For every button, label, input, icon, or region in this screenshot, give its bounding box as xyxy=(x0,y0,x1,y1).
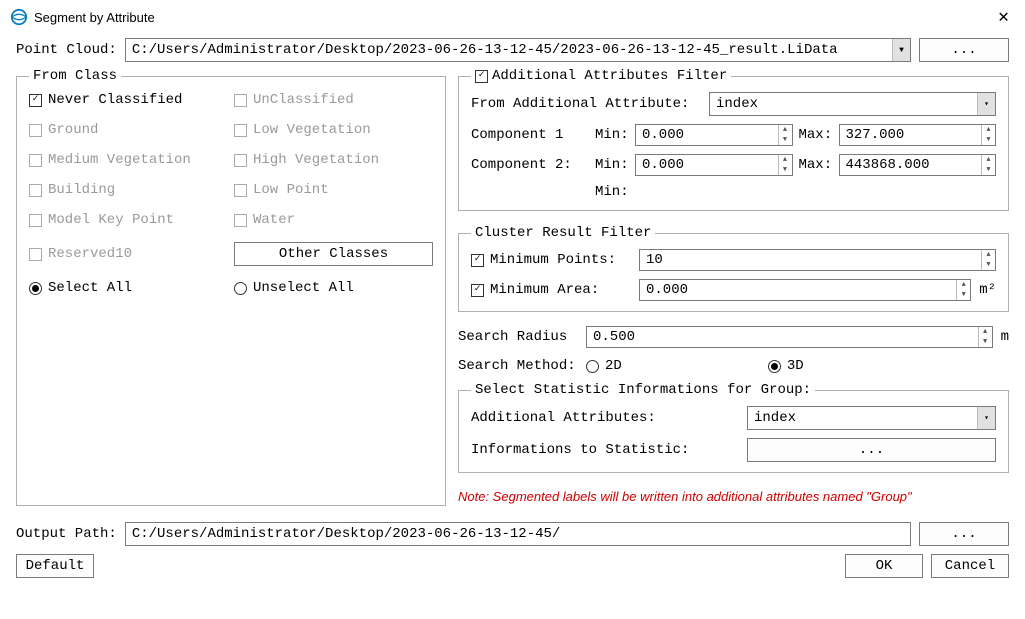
output-path-input[interactable]: C:/Users/Administrator/Desktop/2023-06-2… xyxy=(125,522,911,546)
dropdown-icon[interactable]: ▾ xyxy=(977,407,995,429)
search-radius-input[interactable]: 0.500▲▼ xyxy=(586,326,993,348)
checkbox-icon xyxy=(29,94,42,107)
checkbox-icon xyxy=(471,254,484,267)
checkbox-icon xyxy=(29,214,42,227)
extra-min-label: Min: xyxy=(595,184,629,200)
chk-high-vegetation: High Vegetation xyxy=(234,152,433,168)
search-radius-label: Search Radius xyxy=(458,329,578,345)
close-icon[interactable]: ✕ xyxy=(992,6,1015,28)
chk-ground: Ground xyxy=(29,122,228,138)
radio-2d[interactable]: 2D xyxy=(586,358,622,374)
chk-water: Water xyxy=(234,212,433,228)
checkbox-icon xyxy=(29,184,42,197)
pointcloud-row: Point Cloud: C:/Users/Administrator/Desk… xyxy=(16,38,1009,62)
additional-attributes-combo[interactable]: index ▾ xyxy=(747,406,996,430)
chk-never-classified[interactable]: Never Classified xyxy=(29,92,228,108)
chk-building: Building xyxy=(29,182,228,198)
output-label: Output Path: xyxy=(16,526,117,542)
comp1-min-input[interactable]: 0.000▲▼ xyxy=(635,124,793,146)
spinner-arrows-icon[interactable]: ▲▼ xyxy=(981,125,995,145)
window-title: Segment by Attribute xyxy=(34,10,155,25)
min-label: Min: xyxy=(595,127,629,143)
pointcloud-path: C:/Users/Administrator/Desktop/2023-06-2… xyxy=(126,42,892,58)
chk-unclassified: UnClassified xyxy=(234,92,433,108)
comp2-max-input[interactable]: 443868.000▲▼ xyxy=(839,154,997,176)
app-logo-icon xyxy=(10,8,28,26)
informations-button[interactable]: ... xyxy=(747,438,996,462)
comp2-min-input[interactable]: 0.000▲▼ xyxy=(635,154,793,176)
pointcloud-label: Point Cloud: xyxy=(16,42,117,58)
cluster-filter-group: Cluster Result Filter Minimum Points: 10… xyxy=(458,225,1009,312)
pointcloud-browse-button[interactable]: ... xyxy=(919,38,1009,62)
output-path-value: C:/Users/Administrator/Desktop/2023-06-2… xyxy=(126,526,910,542)
spinner-arrows-icon[interactable]: ▲▼ xyxy=(978,327,992,347)
max-label: Max: xyxy=(799,157,833,173)
output-row: Output Path: C:/Users/Administrator/Desk… xyxy=(16,522,1009,546)
dialog-content: Point Cloud: C:/Users/Administrator/Desk… xyxy=(0,34,1025,588)
min-points-input[interactable]: 10▲▼ xyxy=(639,249,996,271)
from-class-group: From Class Never Classified UnClassified… xyxy=(16,68,446,506)
radio-icon xyxy=(768,360,781,373)
radio-icon xyxy=(29,282,42,295)
checkbox-icon xyxy=(234,94,247,107)
min-area-input[interactable]: 0.000▲▼ xyxy=(639,279,971,301)
area-unit: m² xyxy=(979,282,996,298)
informations-label: Informations to Statistic: xyxy=(471,442,741,458)
additional-filter-legend[interactable]: Additional Attributes Filter xyxy=(471,68,731,84)
chk-low-vegetation: Low Vegetation xyxy=(234,122,433,138)
spinner-arrows-icon[interactable]: ▲▼ xyxy=(981,250,995,270)
checkbox-icon xyxy=(234,154,247,167)
chk-low-point: Low Point xyxy=(234,182,433,198)
spinner-arrows-icon[interactable]: ▲▼ xyxy=(956,280,970,300)
radio-3d[interactable]: 3D xyxy=(768,358,804,374)
comp1-max-input[interactable]: 327.000▲▼ xyxy=(839,124,997,146)
pointcloud-combo[interactable]: C:/Users/Administrator/Desktop/2023-06-2… xyxy=(125,38,911,62)
dropdown-icon[interactable]: ▼ xyxy=(892,39,910,61)
search-method-label: Search Method: xyxy=(458,358,578,374)
titlebar: Segment by Attribute ✕ xyxy=(0,0,1025,34)
checkbox-icon xyxy=(234,214,247,227)
ok-button[interactable]: OK xyxy=(845,554,923,578)
from-attribute-label: From Additional Attribute: xyxy=(471,96,701,112)
spinner-arrows-icon[interactable]: ▲▼ xyxy=(778,155,792,175)
default-button[interactable]: Default xyxy=(16,554,94,578)
from-class-legend: From Class xyxy=(29,68,121,84)
chk-min-points[interactable]: Minimum Points: xyxy=(471,252,631,268)
radio-icon xyxy=(586,360,599,373)
other-classes-button[interactable]: Other Classes xyxy=(234,242,433,266)
chk-model-key-point: Model Key Point xyxy=(29,212,228,228)
spinner-arrows-icon[interactable]: ▲▼ xyxy=(778,125,792,145)
cluster-filter-legend: Cluster Result Filter xyxy=(471,225,655,241)
min-label: Min: xyxy=(595,157,629,173)
chk-medium-vegetation: Medium Vegetation xyxy=(29,152,228,168)
cancel-button[interactable]: Cancel xyxy=(931,554,1009,578)
checkbox-icon xyxy=(475,70,488,83)
radio-icon xyxy=(234,282,247,295)
spinner-arrows-icon[interactable]: ▲▼ xyxy=(981,155,995,175)
additional-filter-group: Additional Attributes Filter From Additi… xyxy=(458,68,1009,211)
checkbox-icon xyxy=(234,184,247,197)
checkbox-icon xyxy=(29,154,42,167)
note-text: Note: Segmented labels will be written i… xyxy=(458,489,1009,504)
checkbox-icon xyxy=(471,284,484,297)
checkbox-icon xyxy=(234,124,247,137)
additional-attributes-label: Additional Attributes: xyxy=(471,410,741,426)
footer-buttons: Default OK Cancel xyxy=(16,554,1009,578)
checkbox-icon xyxy=(29,124,42,137)
statistics-legend: Select Statistic Informations for Group: xyxy=(471,382,815,398)
statistics-group: Select Statistic Informations for Group:… xyxy=(458,382,1009,473)
max-label: Max: xyxy=(799,127,833,143)
radio-select-all[interactable]: Select All xyxy=(29,280,228,296)
component1-label: Component 1 xyxy=(471,127,589,143)
chk-min-area[interactable]: Minimum Area: xyxy=(471,282,631,298)
from-attribute-combo[interactable]: index ▾ xyxy=(709,92,996,116)
radius-unit: m xyxy=(1001,329,1009,345)
component2-label: Component 2: xyxy=(471,157,589,173)
checkbox-icon xyxy=(29,248,42,261)
dropdown-icon[interactable]: ▾ xyxy=(977,93,995,115)
radio-unselect-all[interactable]: Unselect All xyxy=(234,280,433,296)
output-browse-button[interactable]: ... xyxy=(919,522,1009,546)
chk-reserved10: Reserved10 xyxy=(29,242,228,266)
